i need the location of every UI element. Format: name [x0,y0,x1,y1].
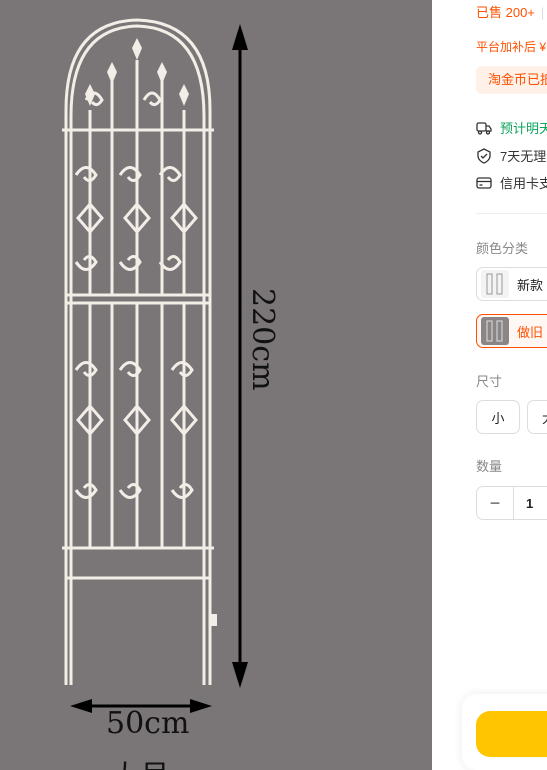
option-thumbnail [481,317,509,345]
credit-text: 信用卡支 [500,176,547,191]
size-option-large[interactable]: 大 [527,400,547,434]
trellis-illustration [62,18,248,713]
buy-now-button[interactable] [476,711,547,757]
sales-separator: | [540,5,545,20]
width-dimension-label: 50cm [106,706,190,741]
color-option-vintage[interactable]: 做旧 [476,314,547,348]
credit-card-support[interactable]: 信用卡支 [476,173,547,192]
size-caption: 大号 [110,752,170,770]
size-option-small[interactable]: 小 [476,400,520,434]
color-option-label: 新款 [517,277,544,293]
delivery-estimate[interactable]: 预计明天 [476,118,547,137]
coin-discount-tag[interactable]: 淘金币已抵 [476,66,547,94]
quantity-decrease-button[interactable]: − [477,487,514,519]
return-text: 7天无理 [500,149,547,164]
color-section-label: 颜色分类 [476,241,529,256]
product-info-panel: 已售 200+ | 平台加补后 ¥ 淘金币已抵 预计明天 7天无理 信用卡支 颜色… [432,0,547,770]
option-thumbnail [481,270,509,298]
sales-count: 已售 200+ | [476,2,544,21]
return-policy[interactable]: 7天无理 [476,146,546,165]
truck-icon [476,121,492,135]
credit-card-icon [476,176,492,189]
quantity-stepper: − 1 [476,486,547,520]
size-section-label: 尺寸 [476,374,503,389]
quantity-value[interactable]: 1 [514,496,533,511]
color-option-label: 做旧 [517,324,544,340]
subsidy-price: 平台加补后 ¥ [476,40,547,54]
shield-icon [477,147,491,164]
product-image[interactable]: 220cm 50cm 大号 [0,0,432,770]
delivery-text: 预计明天 [500,121,547,136]
divider [476,213,547,214]
height-dimension-label: 220cm [245,288,280,391]
quantity-section-label: 数量 [476,459,503,474]
color-option-new[interactable]: 新款 [476,267,547,301]
sales-count-text: 已售 200+ [476,5,535,20]
